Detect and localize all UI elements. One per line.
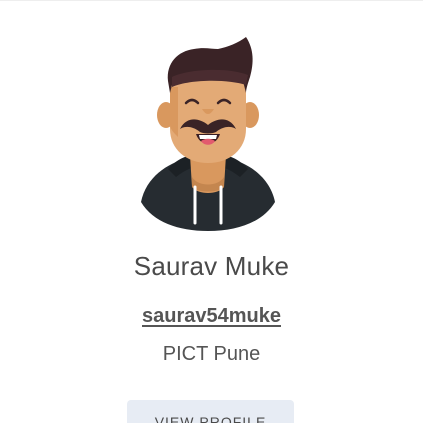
view-profile-button[interactable]: VIEW PROFILE <box>127 400 294 423</box>
cartoon-man-avatar-icon <box>141 37 275 231</box>
profile-username-link[interactable]: saurav54muke <box>0 305 423 328</box>
profile-college: PICT Pune <box>162 343 261 365</box>
profile-card: Saurav Muke saurav54muke PICT Pune VIEW … <box>0 0 423 423</box>
profile-name: Saurav Muke <box>133 251 290 281</box>
